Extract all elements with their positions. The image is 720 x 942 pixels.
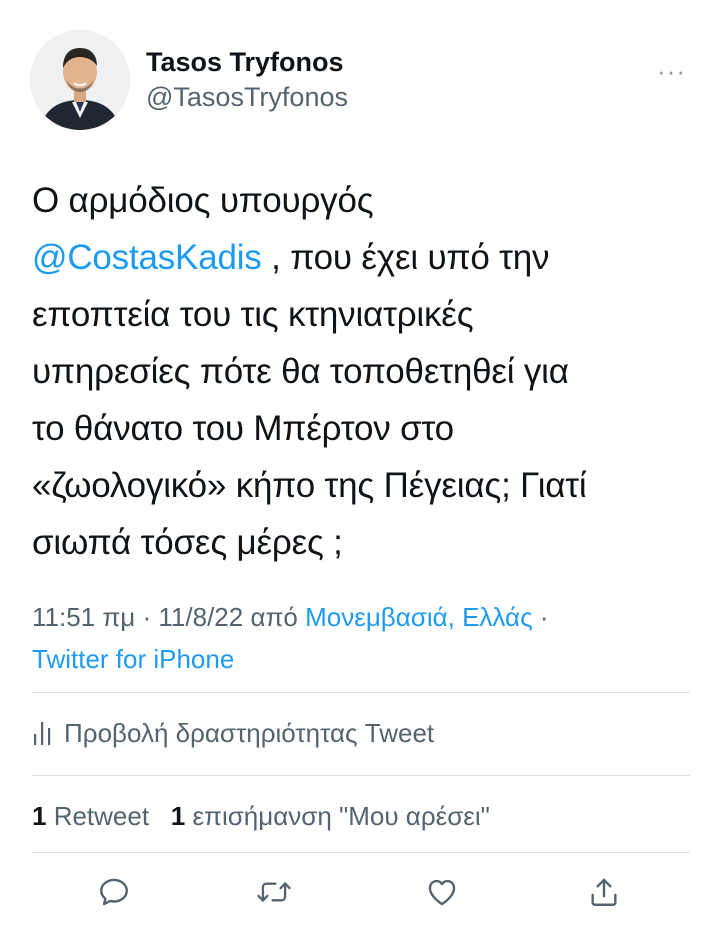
meta-from: από xyxy=(243,602,306,632)
tweet-card: Tasos Tryfonos @TasosTryfonos ··· Ο αρμό… xyxy=(0,0,720,942)
likes-label: επισήμανση "Μου αρέσει" xyxy=(185,801,490,831)
tweet-text-line: το θάνατο του Μπέρτον στο xyxy=(32,409,454,448)
tweet-text-line: @CostasKadis , που έχει υπό την xyxy=(32,229,688,286)
divider xyxy=(32,692,690,693)
like-button[interactable] xyxy=(418,868,466,916)
tweet-time[interactable]: 11:51 πμ xyxy=(32,602,135,632)
retweets-count: 1 xyxy=(32,801,47,831)
avatar[interactable] xyxy=(30,30,130,130)
tweet-actions-bar xyxy=(90,868,630,924)
tweet-text-line: Ο αρμόδιος υπουργός xyxy=(32,181,374,220)
more-options-icon[interactable]: ··· xyxy=(657,56,686,87)
tweet-text-fragment: , που έχει υπό την xyxy=(261,238,550,277)
view-activity-button[interactable]: Προβολή δραστηριότητας Tweet xyxy=(32,712,434,754)
retweet-button[interactable] xyxy=(250,868,298,916)
avatar-photo-icon xyxy=(30,30,130,130)
engagement-counts: 1 Retweet 1 επισήμανση "Μου αρέσει" xyxy=(32,796,490,836)
reply-icon xyxy=(100,878,128,906)
source-link[interactable]: Twitter for iPhone xyxy=(32,644,234,674)
meta-separator: · xyxy=(532,602,549,632)
view-activity-label: Προβολή δραστηριότητας Tweet xyxy=(64,717,435,748)
share-button[interactable] xyxy=(580,868,628,916)
likes-count-link[interactable]: 1 επισήμανση "Μου αρέσει" xyxy=(171,801,490,831)
mention-link[interactable]: @CostasKadis xyxy=(32,238,262,277)
location-link[interactable]: Μονεμβασιά, Ελλάς xyxy=(305,602,533,632)
author-display-name[interactable]: Tasos Tryfonos xyxy=(146,46,348,78)
retweets-count-link[interactable]: 1 Retweet xyxy=(32,801,149,831)
tweet-text-line: «ζωολογικό» κήπο της Πέγειας; Γιατί xyxy=(32,466,587,505)
tweet-text-line: υπηρεσίες πότε θα τοποθετηθεί για xyxy=(32,352,569,391)
tweet-text: Ο αρμόδιος υπουργός @CostasKadis , που έ… xyxy=(32,172,688,571)
retweets-label: Retweet xyxy=(46,801,150,831)
meta-separator: · xyxy=(135,602,159,632)
likes-count: 1 xyxy=(170,801,186,831)
author-names: Tasos Tryfonos @TasosTryfonos xyxy=(146,46,348,114)
tweet-text-line: σιωπά τόσες μέρες ; xyxy=(32,523,343,562)
heart-icon xyxy=(428,879,456,906)
reply-button[interactable] xyxy=(90,868,138,916)
tweet-metadata: 11:51 πμ · 11/8/22 από Μονεμβασιά, Ελλάς… xyxy=(32,596,692,680)
divider xyxy=(32,775,690,776)
divider xyxy=(32,852,690,853)
author-handle[interactable]: @TasosTryfonos xyxy=(146,80,348,114)
tweet-date[interactable]: 11/8/22 xyxy=(158,602,243,632)
tweet-text-line: εποπτεία του τις κτηνιατρικές xyxy=(32,295,474,334)
share-icon xyxy=(591,878,617,906)
tweet-header: Tasos Tryfonos @TasosTryfonos ··· xyxy=(30,30,690,134)
retweet-icon xyxy=(257,882,291,902)
bar-chart-icon xyxy=(32,720,54,746)
